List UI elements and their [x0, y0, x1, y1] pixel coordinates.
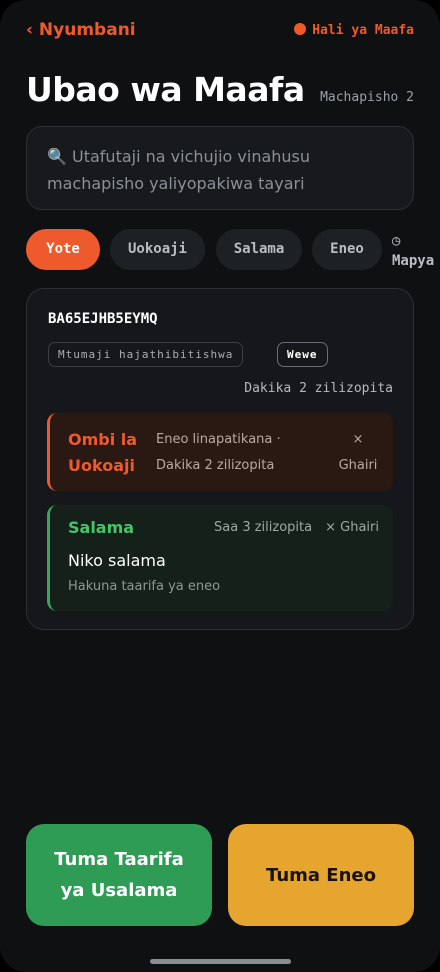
send-safety-report-button[interactable]: Tuma Taarifa ya Usalama	[26, 824, 212, 926]
filter-chip-safe[interactable]: Salama	[216, 229, 302, 270]
entry-meta: Eneo linapatikana · Dakika 2 zilizopita	[156, 432, 281, 473]
entry-type-safe: Salama	[68, 518, 135, 537]
unverified-badge: Mtumaji hajathibitishwa	[48, 342, 244, 367]
filter-bar: Yote Uokoaji Salama Eneo ◷ Mapya	[26, 229, 440, 271]
disaster-status[interactable]: Hali ya Maafa	[294, 23, 414, 38]
entry-type-rescue: Ombi la Uokoaji	[68, 430, 138, 475]
send-location-button[interactable]: Tuma Eneo	[228, 824, 414, 926]
post-time: Dakika 2 zilizopita	[244, 381, 393, 396]
search-filter-hint[interactable]: 🔍 Utafutaji na vichujio vinahusu machapi…	[26, 126, 414, 210]
page-title: Ubao wa Maafa	[26, 70, 305, 109]
filter-chip-rescue[interactable]: Uokoaji	[110, 229, 205, 270]
entry-time: Saa 3 zilizopita	[214, 520, 313, 535]
disaster-board-screen: ‹ Nyumbani Hali ya Maafa Ubao wa Maafa M…	[0, 0, 440, 972]
post-user-id: BA65EJHB5EYMQ	[48, 311, 158, 327]
safe-status-entry: Salama Saa 3 zilizopita × Ghairi Niko sa…	[47, 505, 393, 611]
cancel-rescue-button[interactable]: × Ghairi	[337, 427, 379, 479]
sort-newest-button[interactable]: ◷ Mapya	[392, 231, 436, 271]
rescue-request-entry: Ombi la Uokoaji Eneo linapatikana · Daki…	[47, 413, 393, 491]
cancel-safe-button[interactable]: × Ghairi	[325, 520, 379, 535]
filter-chip-all[interactable]: Yote	[26, 229, 100, 270]
you-badge: Wewe	[277, 342, 328, 367]
top-bar: ‹ Nyumbani Hali ya Maafa	[26, 20, 414, 44]
back-link[interactable]: ‹ Nyumbani	[26, 20, 136, 40]
post-card: BA65EJHB5EYMQ Mtumaji hajathibitishwa We…	[26, 288, 414, 630]
status-dot-icon	[294, 23, 307, 35]
post-count: Machapisho 2	[320, 90, 414, 105]
home-indicator[interactable]	[150, 959, 291, 964]
entry-message: Niko salama	[68, 551, 166, 570]
filter-chip-location[interactable]: Eneo	[312, 229, 382, 270]
status-label: Hali ya Maafa	[312, 23, 414, 38]
entry-location: Hakuna taarifa ya eneo	[68, 579, 221, 594]
